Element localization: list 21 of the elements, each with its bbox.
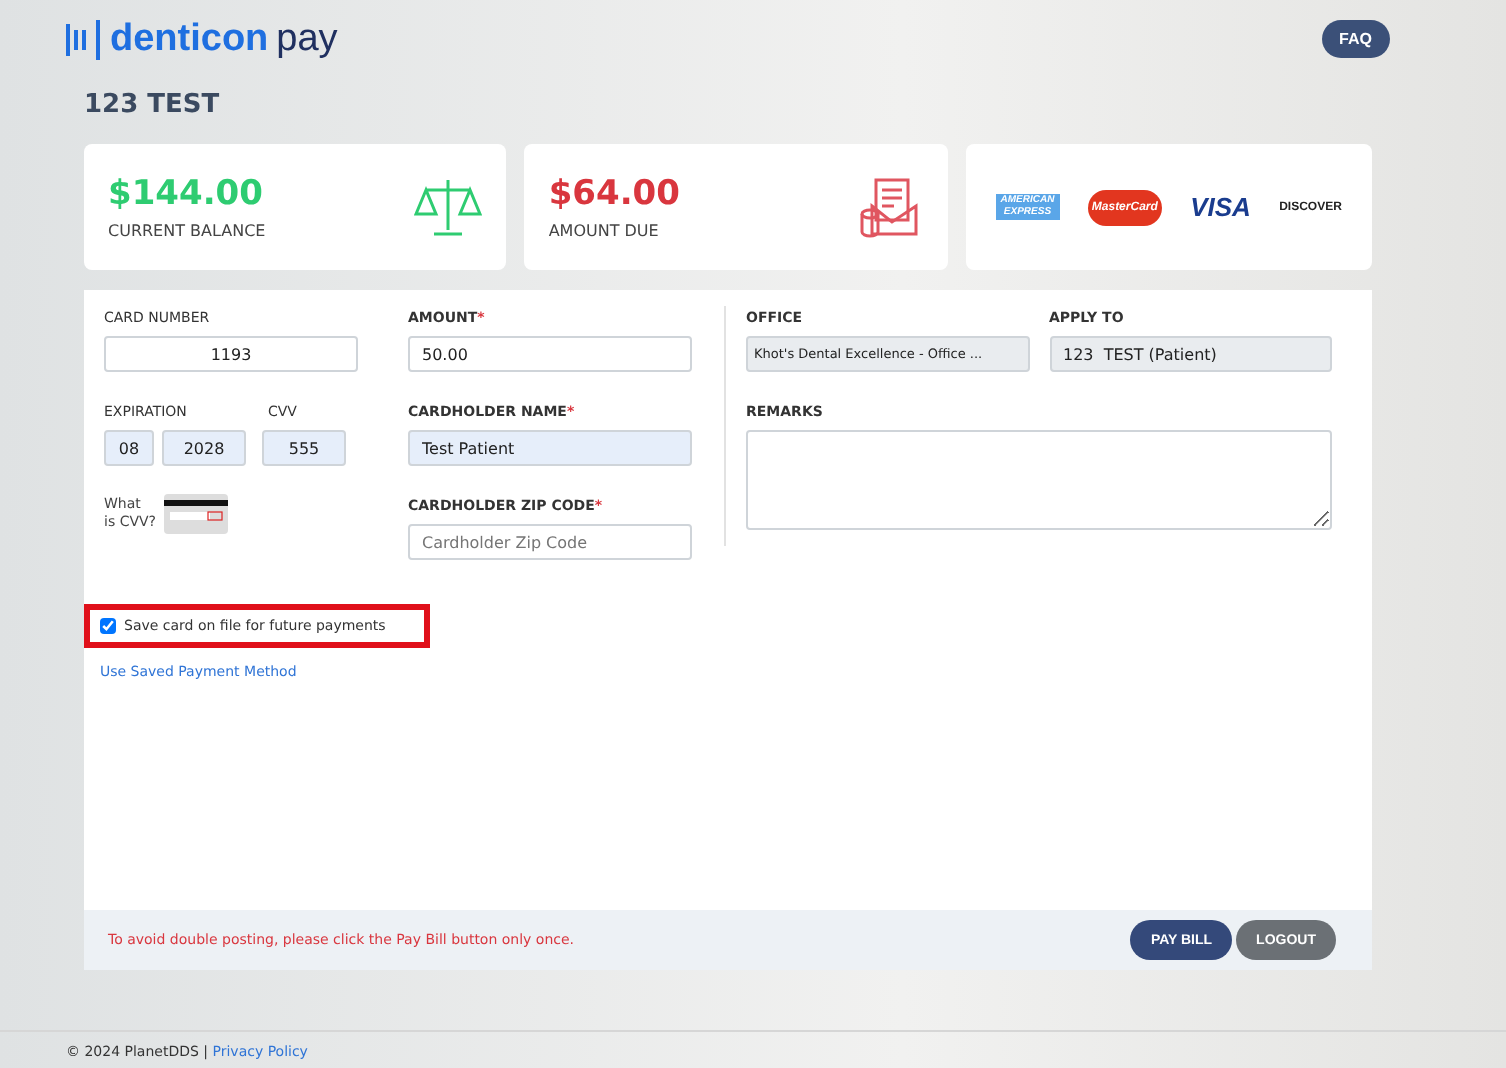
save-card-checkbox[interactable] bbox=[100, 618, 116, 634]
patient-name: 123 TEST bbox=[82, 88, 222, 124]
card-back-icon bbox=[164, 494, 228, 534]
amount-label: AMOUNT DUE bbox=[548, 222, 661, 240]
faq-button[interactable]: FAQ bbox=[1321, 20, 1390, 58]
logo-text: denticon pay bbox=[110, 17, 338, 61]
card-number-field[interactable]: 1193 bbox=[104, 336, 358, 372]
expiration-month-field[interactable]: 08 bbox=[104, 430, 154, 466]
bills-icon bbox=[855, 173, 924, 241]
expiration-year-field[interactable]: 2028 bbox=[162, 430, 246, 466]
apply-to-field[interactable]: 123 TEST (Patient) bbox=[1049, 336, 1332, 372]
amount-value: $64.00 bbox=[548, 174, 680, 214]
amount-label: CURRENT BALANCE bbox=[108, 222, 266, 240]
amount-field[interactable]: 50.00 bbox=[408, 336, 692, 372]
amount-value: $144.00 bbox=[108, 174, 265, 214]
card-brand-logo: VISA bbox=[1190, 192, 1251, 222]
logo-bars-icon bbox=[66, 19, 102, 59]
zip-code-field[interactable]: Cardholder Zip Code bbox=[408, 524, 692, 560]
cardholder-name-field[interactable]: Test Patient bbox=[408, 430, 692, 466]
remarks-field[interactable] bbox=[746, 430, 1332, 530]
cvv-field[interactable]: 555 bbox=[262, 430, 346, 466]
